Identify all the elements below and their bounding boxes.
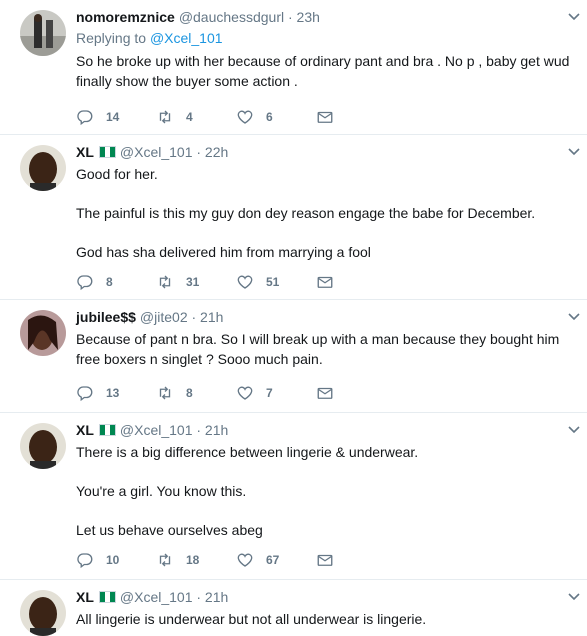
handle-time[interactable]: @dauchessdgurl · 23h [179,8,320,26]
reply-button[interactable]: 13 [76,384,156,402]
envelope-icon [317,387,333,399]
envelope-icon [317,554,333,566]
retweet-icon [159,110,171,124]
chevron-down-icon[interactable] [567,10,581,24]
tweet-text: So he broke up with her because of ordin… [76,53,570,89]
chevron-down-icon[interactable] [567,145,581,159]
like-count: 6 [266,110,273,124]
reply-button[interactable]: 8 [76,273,156,291]
chevron-down-icon[interactable] [567,423,581,437]
chevron-down-icon[interactable] [567,590,581,604]
reply-icon [77,110,93,126]
like-button[interactable]: 6 [236,108,316,126]
avatar[interactable] [20,423,66,469]
like-count: 7 [266,386,273,400]
chevron-down-icon[interactable] [567,310,581,324]
like-button[interactable]: 7 [236,384,316,402]
envelope-icon [317,276,333,288]
handle-time[interactable]: @Xcel_101 · 22h [120,143,228,161]
nigeria-flag-icon [98,591,116,603]
display-name[interactable]: nomoremznice [76,8,175,26]
tweet-text: Good for her. [76,166,158,182]
reply-count: 13 [106,386,120,400]
reply-button[interactable]: 14 [76,108,156,126]
retweet-count: 8 [186,386,193,400]
retweet-count: 18 [186,553,200,567]
handle-time[interactable]: @Xcel_101 · 21h [120,421,228,439]
avatar[interactable] [20,145,66,191]
direct-message-button[interactable] [316,384,346,402]
avatar[interactable] [20,310,66,356]
avatar[interactable] [20,590,66,636]
replying-to: Replying to @Xcel_101 [76,29,571,47]
heart-icon [237,110,253,124]
retweet-button[interactable]: 31 [156,273,236,291]
replying-to-link[interactable]: @Xcel_101 [150,30,223,46]
tweet-text: Because of pant n bra. So I will break u… [76,331,560,367]
envelope-icon [317,111,333,123]
retweet-button[interactable]: 8 [156,384,236,402]
retweet-icon [159,275,171,289]
reply-icon [77,275,93,291]
tweet[interactable]: XL @Xcel_101 · 21h All lingerie is under… [0,580,587,636]
tweet[interactable]: XL @Xcel_101 · 22h Good for her. The pai… [0,135,587,300]
nigeria-flag-icon [98,424,116,436]
like-button[interactable]: 51 [236,273,316,291]
replying-to-label: Replying to [76,30,147,46]
retweet-count: 31 [186,275,200,289]
reply-icon [77,553,93,569]
like-count: 51 [266,275,280,289]
retweet-button[interactable]: 18 [156,551,236,569]
tweet[interactable]: XL @Xcel_101 · 21h There is a big differ… [0,413,587,580]
reply-button[interactable]: 10 [76,551,156,569]
like-count: 67 [266,553,280,567]
heart-icon [237,386,253,400]
display-name[interactable]: XL [76,588,94,606]
handle-time[interactable]: @Xcel_101 · 21h [120,588,228,606]
tweet-text: Let us behave ourselves abeg [76,522,263,538]
tweet-text: There is a big difference between linger… [76,444,419,460]
direct-message-button[interactable] [316,108,346,126]
reply-count: 10 [106,553,120,567]
nigeria-flag-icon [98,146,116,158]
display-name[interactable]: XL [76,143,94,161]
reply-icon [77,386,93,402]
reply-count: 14 [106,110,120,124]
tweet-text: God has sha delivered him from marrying … [76,244,371,260]
retweet-count: 4 [186,110,193,124]
display-name[interactable]: jubilee$$ [76,308,136,326]
avatar[interactable] [20,10,66,56]
tweet-text: All lingerie is underwear but not all un… [76,611,427,627]
heart-icon [237,275,253,289]
direct-message-button[interactable] [316,551,346,569]
direct-message-button[interactable] [316,273,346,291]
tweet[interactable]: jubilee$$ @jite02 · 21h Because of pant … [0,300,587,413]
retweet-icon [159,386,171,400]
display-name[interactable]: XL [76,421,94,439]
tweet-text: The painful is this my guy don dey reaso… [76,205,536,221]
tweet[interactable]: nomoremznice @dauchessdgurl · 23h Replyi… [0,0,587,135]
tweet-text: You're a girl. You know this. [76,483,247,499]
retweet-icon [159,553,171,567]
retweet-button[interactable]: 4 [156,108,236,126]
heart-icon [237,553,253,567]
like-button[interactable]: 67 [236,551,316,569]
handle-time[interactable]: @jite02 · 21h [140,308,223,326]
reply-count: 8 [106,275,113,289]
